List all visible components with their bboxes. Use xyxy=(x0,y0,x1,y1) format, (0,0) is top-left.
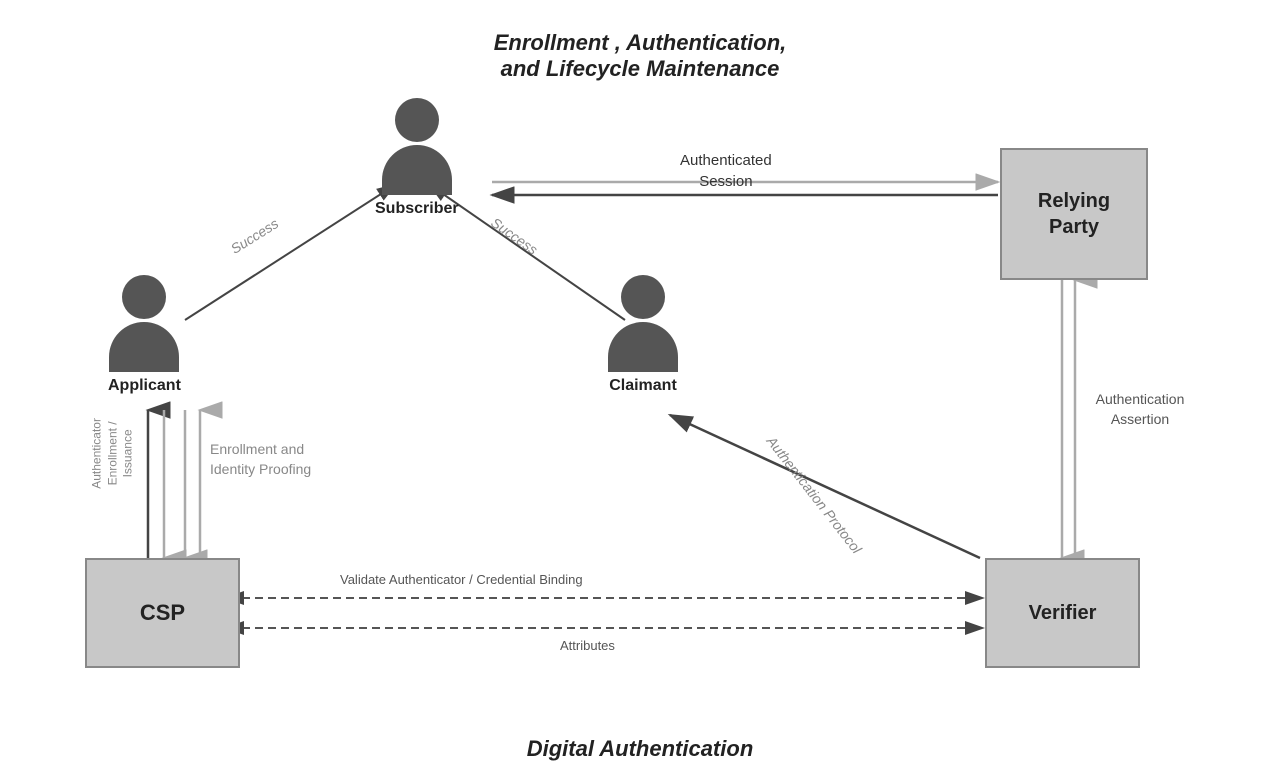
applicant-person: Applicant xyxy=(108,275,181,395)
authenticated-session-label: Authenticated Session xyxy=(680,150,772,192)
applicant-label: Applicant xyxy=(108,377,181,395)
subscriber-body xyxy=(382,145,452,195)
subscriber-person: Subscriber xyxy=(375,98,459,218)
claimant-body xyxy=(608,322,678,372)
auth-assertion-label: Authentication Assertion xyxy=(1090,390,1190,429)
enrollment-identity-label: Enrollment and Identity Proofing xyxy=(210,440,311,479)
validate-authenticator-label: Validate Authenticator / Credential Bind… xyxy=(340,572,583,587)
bottom-title: Digital Authentication xyxy=(527,736,754,762)
applicant-body xyxy=(109,322,179,372)
claimant-head xyxy=(621,275,665,319)
success-enrollment-label: Success xyxy=(228,215,281,257)
diagram-container: Enrollment , Authentication, and Lifecyc… xyxy=(0,0,1280,780)
success-auth-label: Success xyxy=(488,214,541,257)
claimant-person: Claimant xyxy=(608,275,678,395)
subscriber-head xyxy=(395,98,439,142)
claimant-label: Claimant xyxy=(609,377,677,395)
applicant-head xyxy=(122,275,166,319)
attributes-label: Attributes xyxy=(560,638,615,653)
csp-box: CSP xyxy=(85,558,240,668)
main-title: Enrollment , Authentication, and Lifecyc… xyxy=(494,30,787,82)
subscriber-label: Subscriber xyxy=(375,200,459,218)
authenticator-enrollment-label: Authenticator Enrollment / Issuance xyxy=(90,398,137,508)
auth-protocol-label: Authentication Protocol xyxy=(764,433,865,556)
verifier-box: Verifier xyxy=(985,558,1140,668)
relying-party-box: RelyingParty xyxy=(1000,148,1148,280)
